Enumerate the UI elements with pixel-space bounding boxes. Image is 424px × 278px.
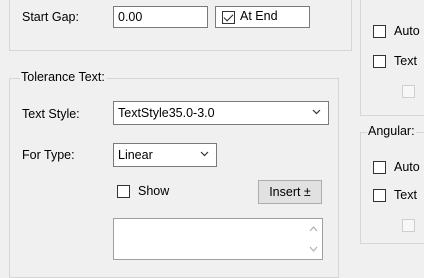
text-style-value: TextStyle35.0-3.0 xyxy=(118,106,215,120)
text-label-angular: Text xyxy=(394,188,417,202)
tolerance-text-scrollbar[interactable] xyxy=(305,219,322,259)
auto-label-angular: Auto xyxy=(394,160,420,174)
at-end-label: At End xyxy=(240,9,278,23)
insert-plus-minus-button[interactable]: Insert ± xyxy=(258,180,322,204)
start-gap-value: 0.00 xyxy=(118,10,143,24)
auto-label-upper: Auto xyxy=(394,24,420,38)
chevron-down-icon xyxy=(312,109,321,115)
text-label-upper: Text xyxy=(394,54,417,68)
tolerance-text-legend: Tolerance Text: xyxy=(20,70,106,84)
tolerance-text-area[interactable] xyxy=(113,218,323,260)
text-checkbox-upper[interactable] xyxy=(373,55,386,68)
disabled-checkbox-angular xyxy=(402,219,415,232)
start-gap-label: Start Gap: xyxy=(22,10,79,24)
at-end-checkbox[interactable]: At End xyxy=(215,6,310,28)
for-type-value: Linear xyxy=(118,148,153,162)
auto-checkbox-upper[interactable] xyxy=(373,25,386,38)
chevron-down-icon[interactable] xyxy=(309,246,318,252)
show-label: Show xyxy=(138,184,170,198)
disabled-checkbox-upper xyxy=(402,85,415,98)
text-style-dropdown[interactable]: TextStyle35.0-3.0 xyxy=(113,101,329,125)
angular-legend: Angular: xyxy=(367,124,416,138)
chevron-up-icon[interactable] xyxy=(309,226,318,232)
for-type-dropdown[interactable]: Linear xyxy=(113,143,217,167)
for-type-label: For Type: xyxy=(22,148,75,162)
chevron-down-icon xyxy=(200,151,209,157)
auto-checkbox-angular[interactable] xyxy=(373,161,386,174)
insert-button-label: Insert ± xyxy=(269,185,311,199)
text-style-label: Text Style: xyxy=(22,107,80,121)
show-checkbox[interactable] xyxy=(117,185,130,198)
at-end-checkbox-box[interactable] xyxy=(222,11,235,24)
text-checkbox-angular[interactable] xyxy=(373,189,386,202)
start-gap-input[interactable]: 0.00 xyxy=(113,6,208,28)
